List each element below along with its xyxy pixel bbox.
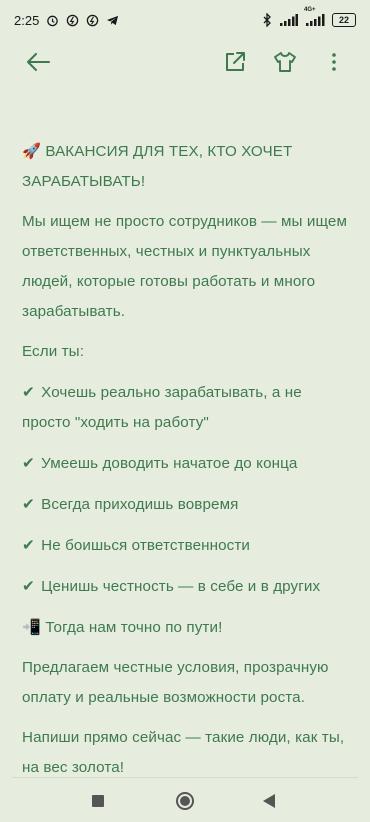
list-item: ✔ Хочешь реально зарабатывать, а не прос… xyxy=(22,377,348,438)
alarm-icon xyxy=(45,13,59,27)
post-title-text: ВАКАНСИЯ ДЛЯ ТЕХ, КТО ХОЧЕТ ЗАРАБАТЫВАТЬ… xyxy=(22,143,293,190)
list-item-text: Ценишь честность — в себе и в других xyxy=(41,578,321,595)
data-saver-icon xyxy=(65,13,79,27)
list-item: ✔ Ценишь честность — в себе и в других xyxy=(22,571,348,602)
post-offer: Предлагаем честные условия, прозрачную о… xyxy=(22,659,329,706)
open-external-icon xyxy=(226,52,245,71)
network-type-label: 4G+ xyxy=(304,7,316,13)
home-circle-icon xyxy=(176,792,194,810)
signal-4g-icon: 4G+ xyxy=(304,7,326,27)
list-item: ✔ Всегда приходишь вовремя xyxy=(22,489,348,520)
bluetooth-icon xyxy=(260,13,274,27)
back-nav-button[interactable] xyxy=(258,790,280,812)
battery-level: 22 xyxy=(338,14,349,25)
post-title: 🚀 ВАКАНСИЯ ДЛЯ ТЕХ, КТО ХОЧЕТ ЗАРАБАТЫВА… xyxy=(22,136,348,197)
status-time: 2:25 xyxy=(14,12,40,28)
list-item: ✔ Не боишься ответственности xyxy=(22,530,348,561)
triangle-back-icon xyxy=(263,794,275,808)
post-intro: Мы ищем не просто сотрудников — мы ищем … xyxy=(22,213,347,320)
battery-indicator: 22 xyxy=(332,13,356,27)
mobile-phone-arrow-icon: 📲 xyxy=(22,618,42,636)
check-icon: ✔ xyxy=(22,536,35,554)
post-cta: Напиши прямо сейчас — такие люди, как ты… xyxy=(22,729,345,776)
system-nav-bar xyxy=(0,780,370,822)
status-bar: 2:25 4G+ 22 xyxy=(0,0,370,40)
telegram-icon xyxy=(105,13,119,27)
tshirt-button[interactable] xyxy=(269,46,301,78)
arrow-left-icon xyxy=(26,52,51,72)
post-path-text: Тогда нам точно по пути! xyxy=(45,619,223,636)
list-item: ✔ Умеешь доводить начатое до конца xyxy=(22,448,348,479)
rocket-icon: 🚀 xyxy=(22,142,42,160)
check-icon: ✔ xyxy=(22,495,35,513)
check-icon: ✔ xyxy=(22,577,35,595)
open-external-button[interactable] xyxy=(219,46,251,78)
square-icon xyxy=(92,795,104,807)
post-content: 🚀 ВАКАНСИЯ ДЛЯ ТЕХ, КТО ХОЧЕТ ЗАРАБАТЫВА… xyxy=(22,136,348,793)
recent-apps-button[interactable] xyxy=(87,790,109,812)
check-icon: ✔ xyxy=(22,454,35,472)
list-item-text: Хочешь реально зарабатывать, а не просто… xyxy=(22,384,302,431)
status-left: 2:25 xyxy=(14,13,119,28)
bottom-divider xyxy=(12,777,358,778)
data-saver-icon-2 xyxy=(85,13,99,27)
list-item-text: Умеешь доводить начатое до конца xyxy=(41,455,298,472)
post-path-line: 📲 Тогда нам точно по пути! xyxy=(22,612,348,643)
more-vertical-icon xyxy=(332,53,336,71)
app-bar xyxy=(0,40,370,84)
post-if-you: Если ты: xyxy=(22,343,85,360)
list-item-text: Всегда приходишь вовремя xyxy=(41,496,239,513)
back-button[interactable] xyxy=(22,46,54,78)
home-button[interactable] xyxy=(174,790,196,812)
signal-icon xyxy=(280,13,298,27)
status-right: 4G+ 22 xyxy=(260,7,356,27)
check-icon: ✔ xyxy=(22,383,35,401)
tshirt-icon xyxy=(274,52,296,72)
more-options-button[interactable] xyxy=(318,46,350,78)
list-item-text: Не боишься ответственности xyxy=(41,537,250,554)
